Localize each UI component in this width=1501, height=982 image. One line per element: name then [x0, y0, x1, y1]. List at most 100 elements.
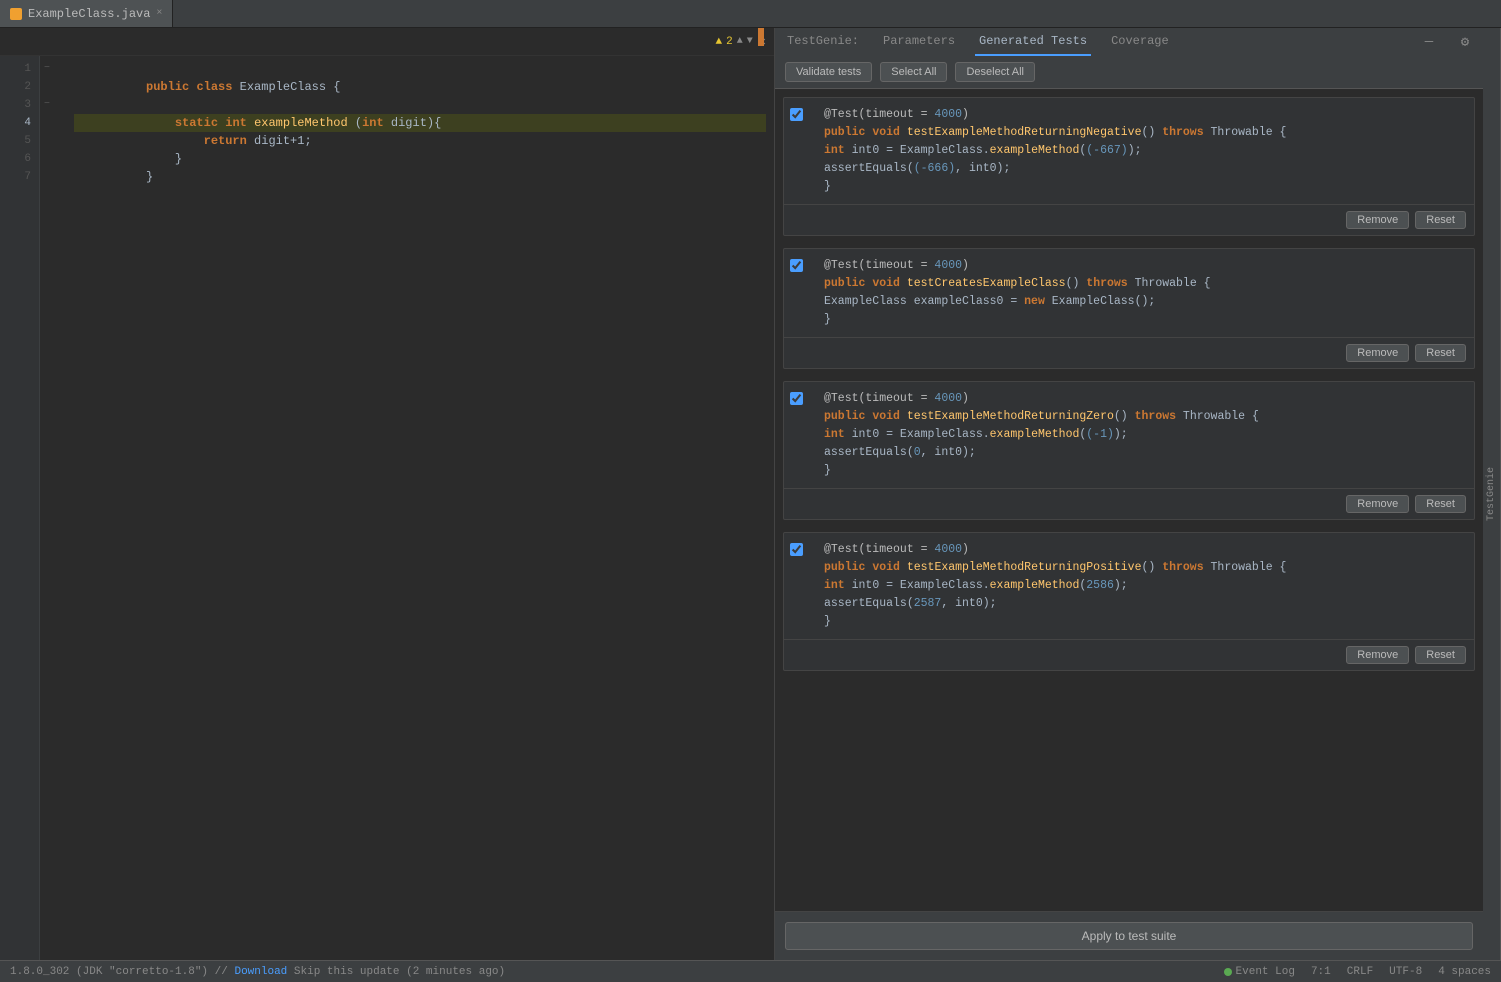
test-2-body-line-1: ExampleClass exampleClass0 = new Example… [824, 293, 1464, 311]
test-1-checkbox[interactable] [790, 108, 803, 121]
test-4-remove-button[interactable]: Remove [1346, 646, 1409, 664]
cursor-position[interactable]: 7:1 [1311, 966, 1331, 978]
skip-update-text[interactable]: Skip this update (2 minutes ago) [294, 966, 505, 978]
right-panel: TestGenie: Parameters Generated Tests Co… [775, 28, 1483, 960]
test-4-body: @Test(timeout = 4000) public void testEx… [814, 533, 1474, 639]
fold-icon-6 [40, 150, 54, 168]
test-2-checkbox[interactable] [790, 259, 803, 272]
test-3-checkbox-col [784, 382, 814, 413]
test-card-1: @Test(timeout = 4000) public void testEx… [783, 97, 1475, 236]
bp-2 [54, 78, 66, 96]
panel-tabs: TestGenie: Parameters Generated Tests Co… [775, 28, 1483, 56]
test-4-actions: Remove Reset [784, 639, 1474, 670]
line-num-4: 4 [0, 114, 39, 132]
event-log-dot [1224, 968, 1232, 976]
test-3-remove-button[interactable]: Remove [1346, 495, 1409, 513]
status-right: Event Log 7:1 CRLF UTF-8 4 spaces [1224, 966, 1491, 978]
test-2-signature: public void testCreatesExampleClass() th… [824, 275, 1464, 293]
line-num-6: 6 [0, 150, 39, 168]
test-2-annotation: @Test(timeout = 4000) [824, 257, 1464, 275]
test-4-body-line-2: assertEquals(2587, int0); [824, 595, 1464, 613]
test-4-code: @Test(timeout = 4000) public void testEx… [814, 533, 1474, 639]
warning-down-icon[interactable]: ▼ [747, 36, 753, 47]
test-4-reset-button[interactable]: Reset [1415, 646, 1466, 664]
tab-close-button[interactable]: × [156, 8, 162, 19]
deselect-all-button[interactable]: Deselect All [955, 62, 1034, 82]
tab-bar: ExampleClass.java × [0, 0, 1501, 28]
test-3-body-line-2: assertEquals(0, int0); [824, 444, 1464, 462]
test-1-body-line-2: assertEquals((-666), int0); [824, 160, 1464, 178]
fold-icon-3[interactable]: − [40, 96, 54, 114]
tab-generated-tests[interactable]: Generated Tests [975, 28, 1091, 56]
line-num-2: 2 [0, 78, 39, 96]
file-tab[interactable]: ExampleClass.java × [0, 0, 173, 27]
bp-1 [54, 60, 66, 78]
fold-icon-7 [40, 168, 54, 186]
line-num-3: 3 [0, 96, 39, 114]
test-4-signature: public void testExampleMethodReturningPo… [824, 559, 1464, 577]
tab-testgenie[interactable]: TestGenie: [783, 28, 863, 56]
test-1-body: @Test(timeout = 4000) public void testEx… [814, 98, 1474, 204]
event-log-label: Event Log [1236, 966, 1295, 978]
status-bar: 1.8.0_302 (JDK "corretto-1.8") // Downlo… [0, 960, 1501, 982]
test-4-checkbox-col [784, 533, 814, 564]
test-1-signature: public void testExampleMethodReturningNe… [824, 124, 1464, 142]
code-line-1: public class ExampleClass { [74, 60, 766, 78]
test-card-3-row: @Test(timeout = 4000) public void testEx… [784, 382, 1474, 488]
test-3-actions: Remove Reset [784, 488, 1474, 519]
test-1-reset-button[interactable]: Reset [1415, 211, 1466, 229]
fold-icon-1[interactable]: − [40, 60, 54, 78]
test-4-checkbox[interactable] [790, 543, 803, 556]
test-2-reset-button[interactable]: Reset [1415, 344, 1466, 362]
bp-4 [54, 114, 66, 132]
editor-pane: ▲ 2 ▲ ▼ ✕ 1 2 3 4 5 6 7 − − [0, 28, 775, 960]
apply-bar: Apply to test suite [775, 911, 1483, 960]
fold-icon-4 [40, 114, 54, 132]
encoding[interactable]: UTF-8 [1389, 966, 1422, 978]
select-all-button[interactable]: Select All [880, 62, 947, 82]
indent-setting[interactable]: 4 spaces [1438, 966, 1491, 978]
line-num-5: 5 [0, 132, 39, 150]
tab-coverage[interactable]: Coverage [1107, 28, 1173, 56]
apply-to-test-suite-button[interactable]: Apply to test suite [785, 922, 1473, 950]
download-link[interactable]: Download [234, 966, 287, 978]
test-2-remove-button[interactable]: Remove [1346, 344, 1409, 362]
test-card-1-row: @Test(timeout = 4000) public void testEx… [784, 98, 1474, 204]
warning-up-icon[interactable]: ▲ [737, 36, 743, 47]
test-4-annotation: @Test(timeout = 4000) [824, 541, 1464, 559]
tab-parameters[interactable]: Parameters [879, 28, 959, 56]
tests-panel: @Test(timeout = 4000) public void testEx… [775, 89, 1483, 911]
status-java-text: 1.8.0_302 (JDK "corretto-1.8") // Downlo… [10, 966, 505, 978]
test-1-body-line-1: int int0 = ExampleClass.exampleMethod((-… [824, 142, 1464, 160]
test-1-annotation: @Test(timeout = 4000) [824, 106, 1464, 124]
warning-badge[interactable]: ▲ 2 ▲ ▼ [716, 36, 753, 48]
test-card-4: @Test(timeout = 4000) public void testEx… [783, 532, 1475, 671]
code-line-3: static int exampleMethod (int digit){ [74, 96, 766, 114]
test-card-3: @Test(timeout = 4000) public void testEx… [783, 381, 1475, 520]
minimize-button[interactable]: — [1411, 28, 1447, 56]
test-3-body-line-1: int int0 = ExampleClass.exampleMethod((-… [824, 426, 1464, 444]
test-1-code: @Test(timeout = 4000) public void testEx… [814, 98, 1474, 204]
breakpoint-gutter [54, 56, 66, 960]
panel-toolbar: Validate tests Select All Deselect All [775, 56, 1483, 89]
test-1-actions: Remove Reset [784, 204, 1474, 235]
line-separator[interactable]: CRLF [1347, 966, 1373, 978]
event-log-status[interactable]: Event Log [1224, 966, 1295, 978]
code-editor[interactable]: public class ExampleClass { static int e… [66, 56, 774, 960]
test-card-2-row: @Test(timeout = 4000) public void testCr… [784, 249, 1474, 337]
test-1-closing: } [824, 178, 1464, 196]
fold-icon-2 [40, 78, 54, 96]
test-1-remove-button[interactable]: Remove [1346, 211, 1409, 229]
test-3-signature: public void testExampleMethodReturningZe… [824, 408, 1464, 426]
settings-button[interactable]: ⚙ [1447, 28, 1483, 56]
testgenie-side-label: TestGenie [1483, 28, 1501, 960]
test-3-closing: } [824, 462, 1464, 480]
warning-triangle-icon: ▲ [716, 36, 723, 48]
validate-tests-button[interactable]: Validate tests [785, 62, 872, 82]
test-3-reset-button[interactable]: Reset [1415, 495, 1466, 513]
line-numbers: 1 2 3 4 5 6 7 [0, 56, 40, 960]
test-card-4-row: @Test(timeout = 4000) public void testEx… [784, 533, 1474, 639]
test-3-checkbox[interactable] [790, 392, 803, 405]
code-line-7 [74, 168, 766, 186]
java-file-icon [10, 8, 22, 20]
